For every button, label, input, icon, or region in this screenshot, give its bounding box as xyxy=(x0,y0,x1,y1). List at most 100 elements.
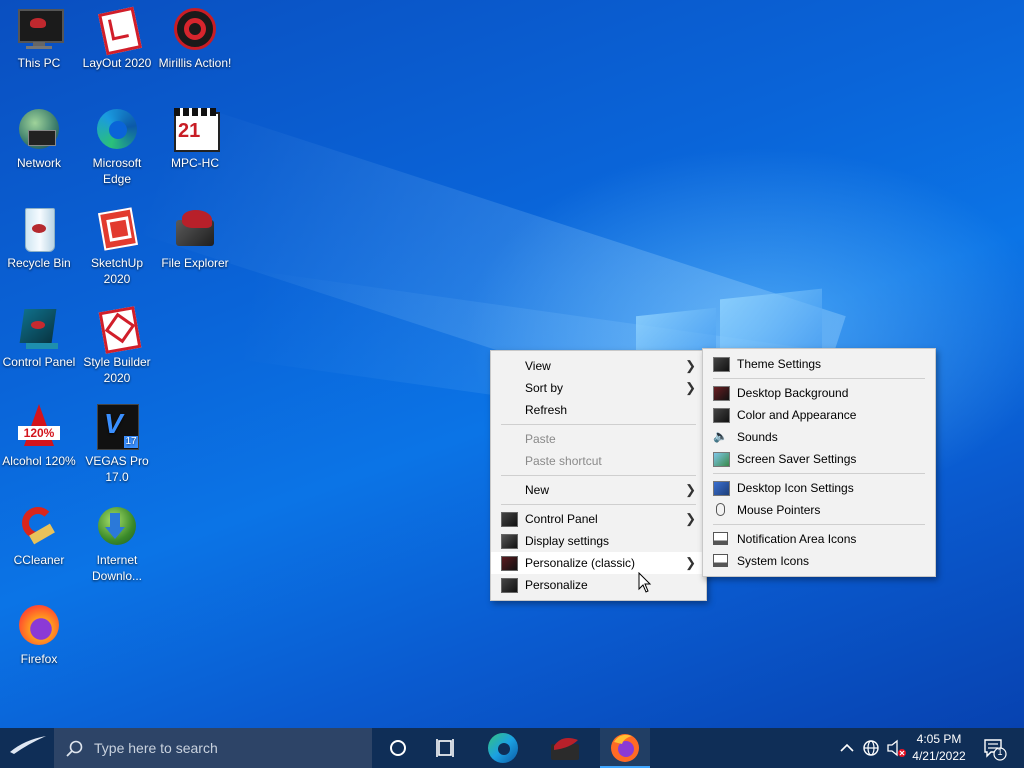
alcohol-icon: 120% xyxy=(16,404,62,450)
desktop[interactable]: This PC Network Recycle Bin Control Pane… xyxy=(0,0,1024,728)
menu-item-view[interactable]: View ❯ xyxy=(491,355,706,377)
menu-item-label: View xyxy=(525,359,551,373)
mouse-icon xyxy=(716,503,725,516)
desktop-icon-ccleaner[interactable]: CCleaner xyxy=(0,503,78,568)
menu-item-paste[interactable]: Paste xyxy=(491,428,706,450)
show-hidden-icons-button[interactable] xyxy=(836,728,858,768)
desktop-icon-recycle-bin[interactable]: Recycle Bin xyxy=(0,206,78,271)
wallpaper-icon xyxy=(713,386,730,401)
desktop-icon-alcohol[interactable]: 120% Alcohol 120% xyxy=(0,404,78,469)
submenu-item-desktop-background[interactable]: Desktop Background xyxy=(703,382,935,404)
menu-item-display-settings[interactable]: Display settings xyxy=(491,530,706,552)
control-panel-icon xyxy=(16,305,62,351)
clock[interactable]: 4:05 PM 4/21/2022 xyxy=(906,732,972,763)
icon-label: SketchUp 2020 xyxy=(90,256,144,286)
chevron-up-icon xyxy=(840,743,854,752)
desktop-icon-this-pc[interactable]: This PC xyxy=(0,6,78,71)
menu-item-paste-shortcut[interactable]: Paste shortcut xyxy=(491,450,706,472)
desktop-icon-vegas[interactable]: V 17 VEGAS Pro 17.0 xyxy=(78,404,156,485)
menu-item-label: Personalize xyxy=(525,578,588,592)
icon-label: Control Panel xyxy=(2,355,76,369)
menu-item-label: Sounds xyxy=(737,430,778,444)
system-icons-icon xyxy=(713,554,728,567)
desktop-icon-file-explorer[interactable]: File Explorer xyxy=(156,206,234,271)
file-explorer-icon xyxy=(172,206,218,252)
desktop-icon-control-panel[interactable]: Control Panel xyxy=(0,305,78,370)
ccleaner-icon xyxy=(16,503,62,549)
personalize-icon xyxy=(501,578,518,593)
desktop-icon-idm[interactable]: Internet Downlo... xyxy=(78,503,156,584)
icon-label: File Explorer xyxy=(161,256,229,270)
submenu-item-sounds[interactable]: 🔈 Sounds xyxy=(703,426,935,448)
desktop-icon-sketchup[interactable]: SketchUp 2020 xyxy=(78,206,156,287)
menu-separator xyxy=(501,475,696,476)
chevron-right-icon: ❯ xyxy=(685,482,696,497)
mouse-cursor-icon xyxy=(638,572,652,593)
submenu-item-notification-area-icons[interactable]: Notification Area Icons xyxy=(703,528,935,550)
menu-item-label: Notification Area Icons xyxy=(737,532,857,546)
menu-item-personalize-classic[interactable]: Personalize (classic) ❯ xyxy=(491,552,706,574)
submenu-item-mouse-pointers[interactable]: Mouse Pointers xyxy=(703,499,935,521)
submenu-item-system-icons[interactable]: System Icons xyxy=(703,550,935,572)
menu-item-label: Screen Saver Settings xyxy=(737,452,857,466)
icon-label: Recycle Bin xyxy=(7,256,71,270)
network-icon xyxy=(16,106,62,152)
action-center-button[interactable]: 1 xyxy=(978,728,1018,768)
menu-item-label: Personalize (classic) xyxy=(525,556,636,570)
volume-tray-button[interactable] xyxy=(884,728,908,768)
menu-separator xyxy=(501,504,696,505)
submenu-item-color-appearance[interactable]: Color and Appearance xyxy=(703,404,935,426)
theme-icon xyxy=(713,357,730,372)
desktop-icon-edge[interactable]: Microsoft Edge xyxy=(78,106,156,187)
menu-item-label: Control Panel xyxy=(525,512,598,526)
icon-label: Internet Downlo... xyxy=(91,553,143,583)
start-button[interactable] xyxy=(0,728,54,768)
taskbar-app-file-explorer[interactable] xyxy=(540,728,590,768)
submenu-item-desktop-icon-settings[interactable]: Desktop Icon Settings xyxy=(703,477,935,499)
menu-item-new[interactable]: New ❯ xyxy=(491,479,706,501)
notification-count-badge: 1 xyxy=(997,747,1003,757)
color-icon xyxy=(713,408,730,423)
menu-separator xyxy=(501,424,696,425)
chevron-right-icon: ❯ xyxy=(685,380,696,395)
menu-item-label: Paste shortcut xyxy=(525,454,602,468)
cortana-button[interactable] xyxy=(378,728,418,768)
menu-item-label: Desktop Icon Settings xyxy=(737,481,854,495)
desktop-icon-network[interactable]: Network xyxy=(0,106,78,171)
icon-label: Network xyxy=(16,156,61,170)
idm-icon xyxy=(94,503,140,549)
submenu-item-theme-settings[interactable]: Theme Settings xyxy=(703,353,935,375)
sketchup-icon xyxy=(94,206,140,252)
menu-item-sort-by[interactable]: Sort by ❯ xyxy=(491,377,706,399)
menu-separator xyxy=(713,524,925,525)
desktop-context-menu: View ❯ Sort by ❯ Refresh Paste Paste sho… xyxy=(490,350,707,601)
clock-date: 4/21/2022 xyxy=(912,749,966,763)
menu-item-control-panel[interactable]: Control Panel ❯ xyxy=(491,508,706,530)
menu-item-personalize[interactable]: Personalize xyxy=(491,574,706,596)
submenu-item-screen-saver[interactable]: Screen Saver Settings xyxy=(703,448,935,470)
personalize-classic-submenu: Theme Settings Desktop Background Color … xyxy=(702,348,936,577)
desktop-icon-firefox[interactable]: Firefox xyxy=(0,602,78,667)
desktop-icon-mpc-hc[interactable]: 21 MPC-HC xyxy=(156,106,234,171)
taskbar: Type here to search 4:05 PM 4/21/2022 1 xyxy=(0,728,1024,768)
recycle-bin-icon xyxy=(16,206,62,252)
menu-item-label: Sort by xyxy=(525,381,564,395)
menu-item-label: System Icons xyxy=(737,554,810,568)
menu-separator xyxy=(713,473,925,474)
desktop-icon-layout[interactable]: LayOut 2020 xyxy=(78,6,156,71)
cortana-circle-icon xyxy=(390,740,406,756)
icon-label: Alcohol 120% xyxy=(2,454,76,468)
menu-item-refresh[interactable]: Refresh xyxy=(491,399,706,421)
file-explorer-icon xyxy=(551,738,579,760)
chevron-right-icon: ❯ xyxy=(685,358,696,373)
taskbar-app-firefox[interactable] xyxy=(600,728,650,768)
desktop-icon-mirillis[interactable]: Mirillis Action! xyxy=(156,6,234,71)
network-tray-button[interactable] xyxy=(860,728,882,768)
task-view-button[interactable] xyxy=(426,728,466,768)
firefox-icon xyxy=(611,734,639,762)
taskbar-app-edge[interactable] xyxy=(478,728,528,768)
taskbar-search-box[interactable]: Type here to search xyxy=(54,728,372,768)
desktop-icon-style-builder[interactable]: Style Builder 2020 xyxy=(78,305,156,386)
icon-label: MPC-HC xyxy=(171,156,219,170)
icon-label: CCleaner xyxy=(13,553,65,567)
